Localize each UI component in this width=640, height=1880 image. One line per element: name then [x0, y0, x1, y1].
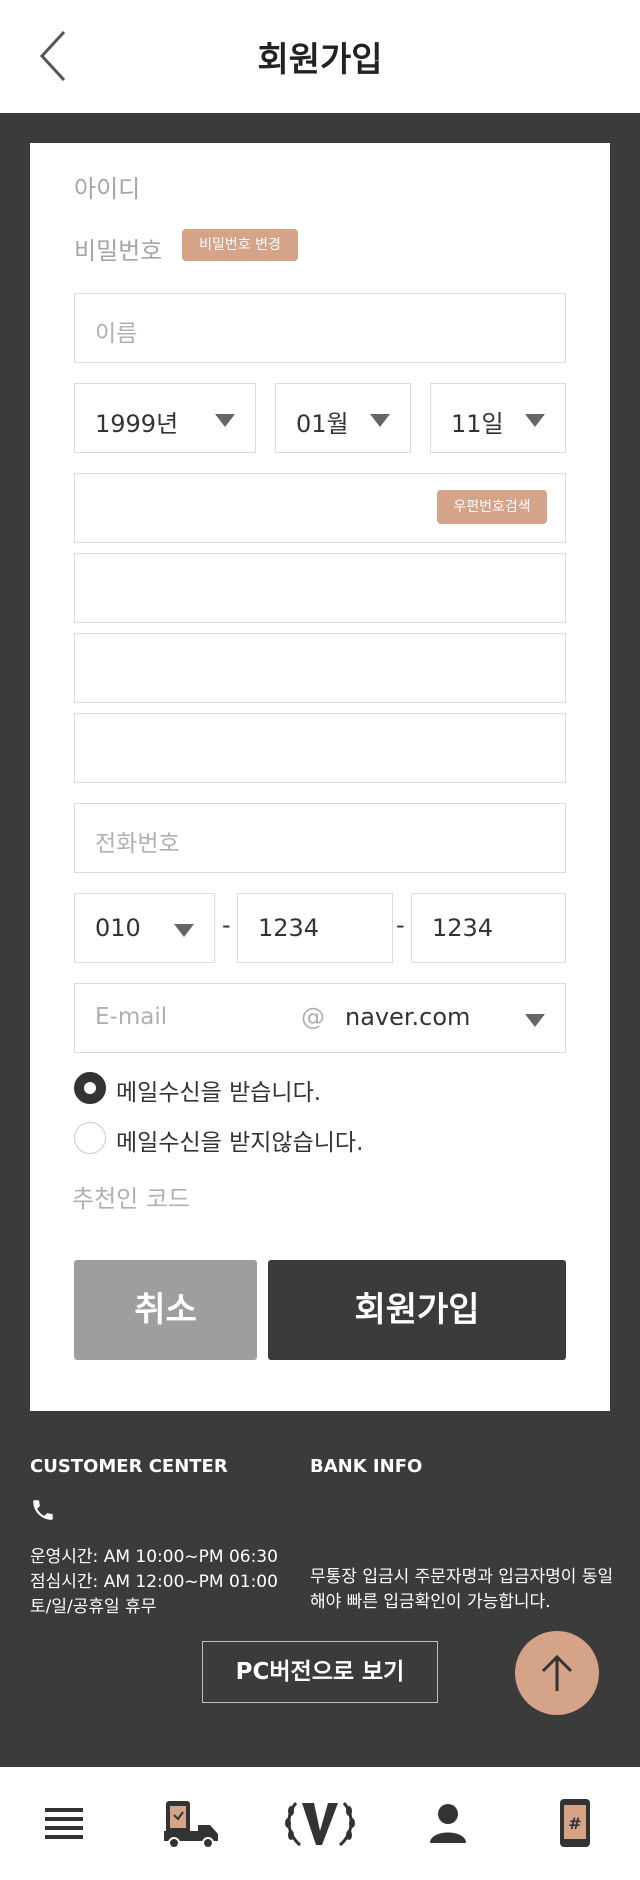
- phone-input[interactable]: 전화번호: [74, 803, 566, 873]
- submit-signup-button[interactable]: 회원가입: [268, 1260, 566, 1360]
- dropdown-arrow-icon: [525, 1014, 545, 1027]
- email-at-sign: @: [301, 1003, 325, 1031]
- address-field[interactable]: [74, 553, 566, 623]
- birth-month-value: 01월: [296, 410, 349, 438]
- hours-line: 운영시간: AM 10:00~PM 06:30: [30, 1547, 278, 1567]
- birth-day-select[interactable]: 11일: [430, 383, 566, 453]
- mobile-prefix-value: 010: [95, 914, 141, 942]
- password-change-button[interactable]: 비밀번호 변경: [182, 229, 298, 261]
- delivery-truck-icon: [164, 1801, 218, 1849]
- header: 회원가입: [0, 0, 640, 113]
- birth-month-select[interactable]: 01월: [275, 383, 411, 453]
- mail-receive-yes-label: 메일수신을 받습니다.: [116, 1080, 322, 1106]
- id-label: 아이디: [74, 175, 141, 203]
- menu-icon: [45, 1808, 83, 1839]
- mobile-dash: -: [222, 911, 231, 939]
- user-icon: [430, 1804, 466, 1843]
- mobile-prefix-select[interactable]: 010: [74, 893, 215, 963]
- phone-icon: [33, 1500, 53, 1520]
- phone-placeholder: 전화번호: [95, 831, 180, 857]
- page-title: 회원가입: [257, 40, 383, 80]
- birth-year-select[interactable]: 1999년: [74, 383, 256, 453]
- customer-center-title: CUSTOMER CENTER: [30, 1456, 228, 1477]
- name-placeholder: 이름: [95, 321, 138, 347]
- nav-mobile[interactable]: #: [512, 1767, 640, 1880]
- referrer-code-label: 추천인 코드: [72, 1185, 191, 1213]
- dropdown-arrow-icon: [370, 414, 390, 427]
- mail-receive-no-label: 메일수신을 받지않습니다.: [116, 1130, 364, 1156]
- mobile-last-input[interactable]: 1234: [411, 893, 566, 963]
- birth-year-value: 1999년: [95, 410, 179, 438]
- arrow-up-icon: [541, 1654, 573, 1691]
- mobile-hash-icon: #: [560, 1799, 590, 1847]
- nav-mypage[interactable]: [384, 1767, 512, 1880]
- bank-info-title: BANK INFO: [310, 1456, 423, 1477]
- address-extra-field[interactable]: [74, 713, 566, 783]
- signup-form-card: 아이디 비밀번호 비밀번호 변경 이름 1999년 01월 11일 우편번호검색…: [30, 143, 610, 1411]
- mobile-dash: -: [396, 911, 405, 939]
- dropdown-arrow-icon: [215, 414, 235, 427]
- nav-menu[interactable]: [0, 1767, 128, 1880]
- bank-note-line: 무통장 입금시 주문자명과 입금자명이 동일: [310, 1567, 614, 1587]
- zipcode-field[interactable]: 우편번호검색: [74, 473, 566, 543]
- nav-home[interactable]: [256, 1767, 384, 1880]
- mobile-middle-input[interactable]: 1234: [237, 893, 393, 963]
- dropdown-arrow-icon: [525, 414, 545, 427]
- birth-day-value: 11일: [451, 410, 504, 438]
- password-label: 비밀번호: [74, 237, 163, 265]
- name-input[interactable]: 이름: [74, 293, 566, 363]
- email-placeholder: E-mail: [95, 1004, 168, 1030]
- email-field[interactable]: E-mail @ naver.com: [74, 983, 566, 1053]
- mobile-last-value: 1234: [432, 914, 494, 942]
- cancel-button[interactable]: 취소: [74, 1260, 257, 1360]
- radio-checked[interactable]: [74, 1072, 106, 1104]
- nav-delivery[interactable]: [128, 1767, 256, 1880]
- lunch-hours-line: 점심시간: AM 12:00~PM 01:00: [30, 1572, 278, 1592]
- email-domain-select[interactable]: naver.com: [345, 1003, 470, 1031]
- laurel-v-logo-icon: [285, 1802, 355, 1847]
- scroll-top-button[interactable]: [515, 1631, 599, 1715]
- mobile-middle-value: 1234: [258, 914, 320, 942]
- holiday-line: 토/일/공휴일 휴무: [30, 1597, 157, 1617]
- zipcode-search-button[interactable]: 우편번호검색: [437, 490, 547, 524]
- svg-text:#: #: [568, 1814, 581, 1833]
- dropdown-arrow-icon: [174, 924, 194, 937]
- bottom-navigation: #: [0, 1767, 640, 1880]
- bank-note-line: 해야 빠른 입금확인이 가능합니다.: [310, 1592, 551, 1612]
- pc-version-button[interactable]: PC버전으로 보기: [202, 1641, 438, 1703]
- address-detail-field[interactable]: [74, 633, 566, 703]
- radio-unchecked[interactable]: [74, 1122, 106, 1154]
